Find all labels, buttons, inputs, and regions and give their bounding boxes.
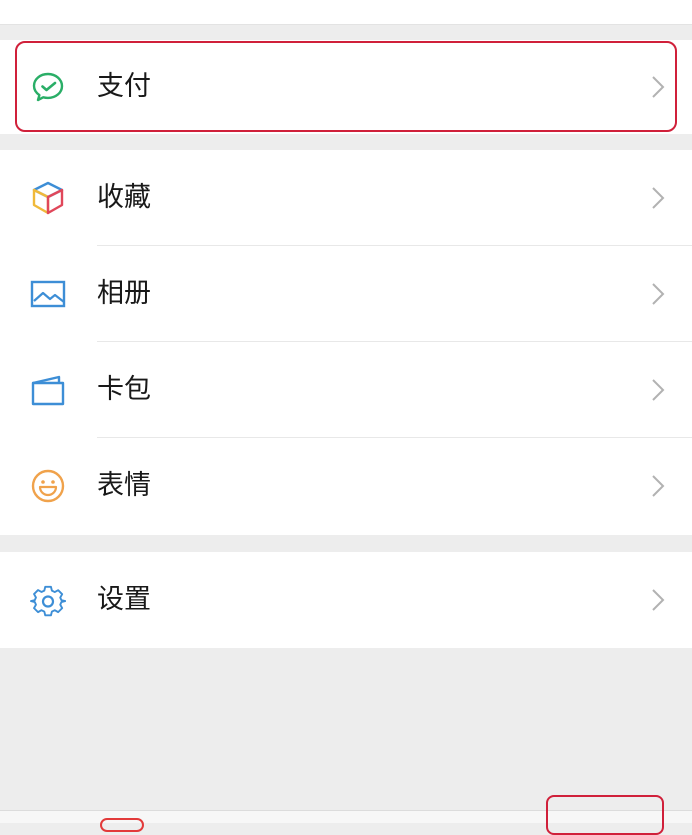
menu-item-label: 表情 [97, 470, 151, 501]
card-wallet-icon [30, 372, 66, 408]
chevron-right-icon [652, 187, 665, 209]
menu-item-pay[interactable]: 支付 [0, 40, 692, 134]
pay-group: 支付 [0, 40, 692, 134]
features-group: 收藏 相册 卡包 表情 [0, 150, 692, 535]
menu-item-label: 相册 [97, 278, 151, 309]
emoji-smile-icon [30, 468, 66, 504]
menu-item-stickers[interactable]: 表情 [0, 438, 692, 534]
menu-item-label: 卡包 [97, 374, 151, 405]
menu-item-settings[interactable]: 设置 [0, 552, 692, 648]
chevron-right-icon [652, 283, 665, 305]
tab-icon-hint[interactable] [100, 818, 144, 832]
chevron-right-icon [652, 379, 665, 401]
gear-icon [30, 584, 66, 620]
menu-item-label: 支付 [97, 71, 151, 102]
wechat-pay-icon [30, 69, 66, 105]
menu-item-album[interactable]: 相册 [0, 246, 692, 342]
chevron-right-icon [652, 76, 665, 98]
menu-item-label: 收藏 [97, 182, 151, 213]
chevron-right-icon [652, 589, 665, 611]
chevron-right-icon [652, 475, 665, 497]
top-strip [0, 0, 692, 25]
menu-item-label: 设置 [97, 584, 151, 615]
tab-me-highlight-box[interactable] [546, 795, 664, 835]
album-image-icon [30, 276, 66, 312]
menu-item-cards[interactable]: 卡包 [0, 342, 692, 438]
menu-item-favorites[interactable]: 收藏 [0, 150, 692, 246]
settings-group: 设置 [0, 552, 692, 648]
favorites-cube-icon [30, 180, 66, 216]
